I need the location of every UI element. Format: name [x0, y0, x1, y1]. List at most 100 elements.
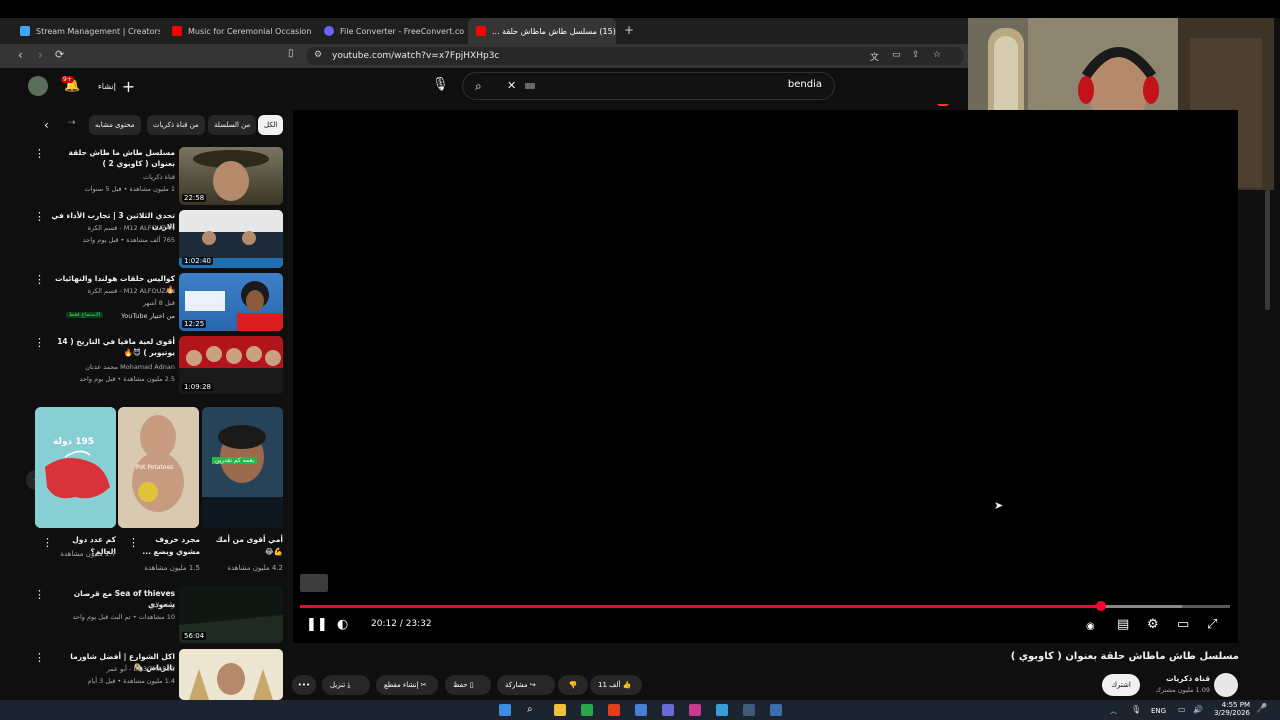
- bookmark-icon[interactable]: ▯: [288, 48, 294, 59]
- chip-all[interactable]: الكل: [258, 115, 284, 135]
- xbox-icon[interactable]: [581, 704, 593, 716]
- youtube-icon: [172, 26, 182, 36]
- speaker-icon[interactable]: 🔊: [1193, 705, 1203, 714]
- chip-similar[interactable]: محتوى مشابه: [89, 115, 141, 135]
- chips-scroll-left-icon[interactable]: ‹: [44, 118, 49, 132]
- fullscreen-icon[interactable]: ⤢: [1207, 617, 1217, 633]
- settings-gear-icon[interactable]: ⚙: [1147, 617, 1159, 633]
- clear-search-icon[interactable]: ✕: [507, 79, 516, 92]
- search-input[interactable]: bendia: [788, 79, 822, 90]
- avatar[interactable]: [28, 76, 48, 96]
- tab-file-converter[interactable]: File Converter - FreeConvert.com: [316, 18, 464, 44]
- more-options-icon[interactable]: ⋮: [34, 336, 45, 349]
- time-display: 20:12 / 23:32: [371, 619, 432, 629]
- thumbnail-image: [179, 649, 283, 700]
- brave-browser-icon[interactable]: [608, 704, 620, 716]
- tray-mic-active-icon[interactable]: 🎤: [1256, 704, 1267, 714]
- share-arrow-icon: ↪: [529, 681, 536, 689]
- back-icon[interactable]: ‹: [18, 48, 23, 62]
- microphone-icon[interactable]: 🎙: [432, 77, 449, 92]
- create-button[interactable]: إنشاء +: [98, 76, 135, 96]
- volume-icon[interactable]: ◐: [337, 617, 348, 633]
- caption-preview-thumbnail: [300, 574, 328, 592]
- chip-from-series[interactable]: من السلسلة: [208, 115, 257, 135]
- telegram-icon[interactable]: [716, 704, 728, 716]
- store-icon[interactable]: [635, 704, 647, 716]
- duration-badge: 12:25: [182, 320, 207, 328]
- chip-from-channel[interactable]: من قناة ذكريات: [147, 115, 205, 135]
- instagram-icon[interactable]: [689, 704, 701, 716]
- discord-icon[interactable]: [662, 704, 674, 716]
- steam-icon[interactable]: [743, 704, 755, 716]
- tray-chevron-icon[interactable]: ︿: [1110, 706, 1117, 716]
- video-thumbnail[interactable]: 56:04: [179, 585, 283, 643]
- thumbs-up-icon: 👍: [622, 681, 632, 689]
- duration-badge: 1:09:28: [182, 383, 213, 391]
- scissors-icon: ✂: [420, 681, 427, 689]
- more-options-icon[interactable]: ⋮: [34, 147, 45, 160]
- share-button[interactable]: مشاركة ↪: [497, 675, 555, 695]
- tray-mic-icon[interactable]: 🎙: [1131, 705, 1141, 714]
- file-explorer-icon[interactable]: [554, 704, 566, 716]
- tab-stream-management[interactable]: Stream Management | Creators: [12, 18, 160, 44]
- site-settings-icon[interactable]: ⚙: [314, 50, 322, 60]
- subtitles-icon[interactable]: ▤: [1117, 617, 1129, 633]
- notification-count-badge: 9+: [61, 76, 74, 83]
- progress-scrubber[interactable]: [1095, 601, 1106, 611]
- translate-icon[interactable]: 文: [870, 50, 879, 63]
- search-box[interactable]: ⌕ ✕ bendia: [462, 72, 835, 100]
- network-icon[interactable]: ▭: [1178, 705, 1186, 714]
- more-options-icon[interactable]: ⋮: [34, 651, 45, 664]
- search-icon[interactable]: ⌕: [527, 704, 539, 716]
- keyboard-icon[interactable]: [525, 83, 535, 89]
- screen-top-strip: [0, 0, 1280, 18]
- more-options-icon[interactable]: ⋮: [34, 273, 45, 286]
- video-player[interactable]: [293, 110, 1238, 643]
- vpn-app-icon[interactable]: [770, 704, 782, 716]
- save-button[interactable]: حفظ ▯: [445, 675, 491, 695]
- freeconvert-icon: [324, 26, 334, 36]
- chips-more-icon[interactable]: ⇢: [68, 118, 76, 128]
- browser-tab-bar: Stream Management | Creators Music for C…: [0, 18, 968, 44]
- short-thumbnail[interactable]: بعمه كم تقدرين: [202, 407, 283, 528]
- new-tab-button[interactable]: +: [624, 23, 634, 37]
- video-thumbnail[interactable]: 22:58: [179, 147, 283, 205]
- reload-icon[interactable]: ⟳: [55, 48, 64, 61]
- more-options-icon[interactable]: ⋮: [34, 588, 45, 601]
- more-options-icon[interactable]: ⋮: [34, 210, 45, 223]
- url-field[interactable]: youtube.com/watch?v=x7FpjHXHp3c: [306, 47, 964, 65]
- pause-icon[interactable]: ❚❚: [306, 617, 328, 633]
- subscribe-button[interactable]: اشترك: [1102, 674, 1140, 696]
- language-indicator[interactable]: ENG: [1151, 707, 1166, 715]
- tab-music[interactable]: Music for Ceremonial Occasion Roya: [164, 18, 312, 44]
- video-title: مسلسل طاش ماطاش حلقة بعنوان ( كاوبوي ): [1010, 651, 1239, 662]
- plus-icon: +: [121, 76, 136, 96]
- video-thumbnail[interactable]: 1:02:40: [179, 210, 283, 268]
- short-thumbnail[interactable]: Pot Potatoes: [118, 407, 199, 528]
- system-clock[interactable]: 4:55 PM 3/29/2026: [1214, 701, 1250, 717]
- more-actions-button[interactable]: •••: [292, 675, 316, 695]
- video-thumbnail[interactable]: 1:09:28: [179, 336, 283, 394]
- dislike-button[interactable]: 👎: [558, 675, 588, 695]
- search-icon[interactable]: ⌕: [475, 79, 482, 94]
- thumbs-down-icon: 👎: [568, 681, 578, 689]
- tab-active-youtube[interactable]: (15) مسلسل طاش ماطاش حلقة ... ✕: [468, 18, 616, 44]
- like-button[interactable]: 11 ألف 👍: [590, 675, 642, 695]
- channel-name[interactable]: قناة ذكريات: [1148, 674, 1210, 683]
- cast-icon[interactable]: ▭: [892, 50, 901, 60]
- theater-mode-icon[interactable]: ▭: [1177, 617, 1189, 633]
- windows-start-icon[interactable]: [499, 704, 511, 716]
- short-image: [35, 407, 116, 528]
- short-thumbnail[interactable]: 195 دولة: [35, 407, 116, 528]
- video-thumbnail[interactable]: 12:25: [179, 273, 283, 331]
- forward-icon[interactable]: ›: [38, 48, 43, 62]
- download-button[interactable]: تنزيل ⤓: [322, 675, 370, 695]
- clip-button[interactable]: إنشاء مقطع ✂: [376, 675, 438, 695]
- page-scrollbar[interactable]: [1265, 190, 1270, 310]
- autoplay-toggle-icon[interactable]: ◉: [1086, 619, 1095, 635]
- share-icon[interactable]: ⇪: [912, 50, 920, 60]
- channel-avatar[interactable]: [1214, 673, 1238, 697]
- duration-badge: 22:58: [182, 194, 207, 202]
- star-icon[interactable]: ☆: [933, 50, 941, 60]
- video-thumbnail[interactable]: [179, 649, 283, 700]
